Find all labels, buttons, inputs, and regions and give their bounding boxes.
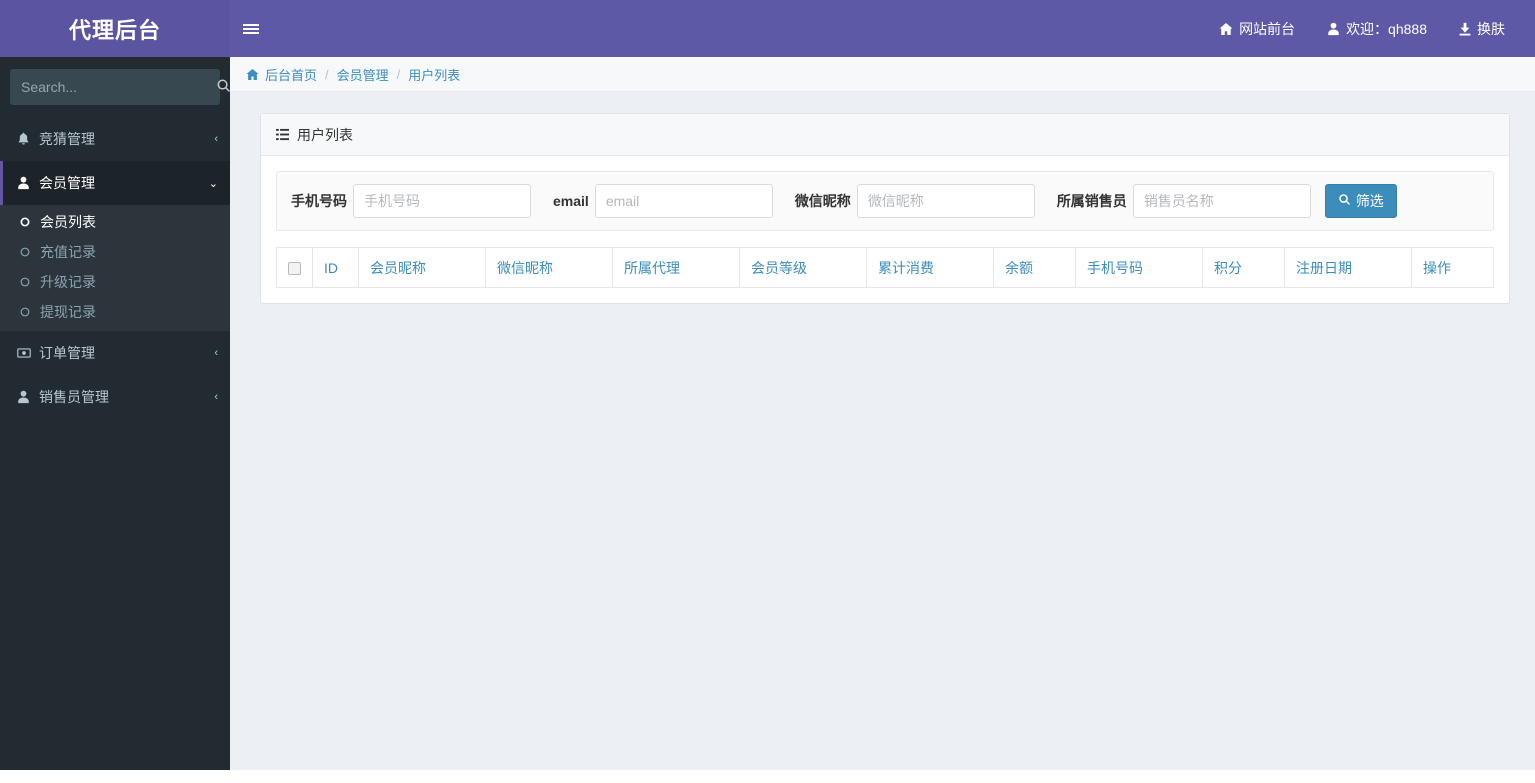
circle-o-icon xyxy=(20,307,40,317)
column-header-balance[interactable]: 余额 xyxy=(993,247,1076,288)
email-field[interactable] xyxy=(594,184,773,218)
chevron-down-icon: ⌄ xyxy=(208,177,218,190)
brand-title: 代理后台 xyxy=(68,17,161,43)
download-icon xyxy=(1459,22,1471,36)
submenu-item-label: 充值记录 xyxy=(40,244,96,260)
brand-logo[interactable]: 代理后台 xyxy=(0,0,230,57)
sidebar-toggle-button[interactable] xyxy=(230,0,272,57)
column-header-points[interactable]: 积分 xyxy=(1201,247,1285,288)
circle-o-icon xyxy=(20,277,40,287)
header-user-welcome[interactable]: 欢迎：qh888 xyxy=(1311,19,1443,39)
sidebar-submenu-members: 会员列表 充值记录 升级记录 提现记录 xyxy=(0,205,230,331)
breadcrumb-item-current: 用户列表 xyxy=(408,67,461,83)
sidebar-item-label: 销售员管理 xyxy=(39,389,109,405)
header-actions: 网站前台 欢迎：qh888 换肤 xyxy=(1203,19,1535,39)
home-icon xyxy=(1219,22,1233,36)
sidebar-search xyxy=(0,57,231,111)
filter-group-email: email xyxy=(553,184,773,218)
column-header-member-nickname[interactable]: 会员昵称 xyxy=(358,247,486,288)
column-header-register-date[interactable]: 注册日期 xyxy=(1283,247,1412,288)
admin-page: 代理后台 Search... 竞猜管理 ‹ 会员管理 ⌄ 会员列表 充值记录 升… xyxy=(0,0,1535,783)
column-header-member-level[interactable]: 会员等级 xyxy=(739,247,867,288)
sidebar-item-guess[interactable]: 竞猜管理 ‹ xyxy=(0,117,230,161)
breadcrumb: 后台首页 / 会员管理 / 用户列表 xyxy=(230,57,1535,92)
panel-header: 用户列表 xyxy=(261,114,1509,156)
content-area: 后台首页 / 会员管理 / 用户列表 用户列表 手机号码 手机号码 email … xyxy=(230,57,1535,770)
breadcrumb-item-members[interactable]: 会员管理 xyxy=(337,65,389,84)
page-bottom-spacer xyxy=(230,770,1535,783)
sidebar-item-orders[interactable]: 订单管理 ‹ xyxy=(0,331,230,375)
sidebar-item-member-list[interactable]: 会员列表 xyxy=(0,207,230,237)
chevron-left-icon: ‹ xyxy=(214,133,218,145)
submenu-item-label: 提现记录 xyxy=(40,304,96,320)
user-icon xyxy=(17,390,39,404)
sidebar-item-label: 订单管理 xyxy=(39,345,95,361)
select-all-checkbox[interactable] xyxy=(288,262,301,276)
money-icon xyxy=(17,347,39,359)
submenu-item-label: 升级记录 xyxy=(40,274,96,290)
panel-title: 用户列表 xyxy=(297,126,353,143)
user-list-panel: 用户列表 手机号码 email 微信昵称 xyxy=(260,113,1510,304)
header-link-frontend[interactable]: 网站前台 xyxy=(1203,19,1311,39)
filter-submit-label: 筛选 xyxy=(1355,193,1384,209)
filter-group-phone: 手机号码 xyxy=(291,184,531,218)
bell-icon xyxy=(17,132,39,146)
table-head: ID 会员昵称 微信昵称 所属代理 会员等级 累计消费 余额 手机号码 积分 注… xyxy=(276,247,1495,288)
circle-o-icon xyxy=(20,247,40,257)
sidebar-item-withdraw-records[interactable]: 提现记录 xyxy=(0,297,230,327)
circle-o-icon xyxy=(20,217,40,227)
sidebar-item-salespeople[interactable]: 销售员管理 ‹ xyxy=(0,375,230,419)
filter-label-salesperson: 所属销售员 xyxy=(1056,193,1127,209)
header-link-label: 网站前台 xyxy=(1239,20,1296,37)
filter-bar: 手机号码 email 微信昵称 所属销售员 xyxy=(276,171,1494,231)
header-skin-label: 换肤 xyxy=(1477,20,1505,37)
table-header-row: ID 会员昵称 微信昵称 所属代理 会员等级 累计消费 余额 手机号码 积分 注… xyxy=(276,247,1495,288)
sidebar-item-recharge-records[interactable]: 充值记录 xyxy=(0,237,230,267)
search-input[interactable] xyxy=(11,79,212,95)
chevron-left-icon: ‹ xyxy=(214,347,218,359)
sidebar-item-upgrade-records[interactable]: 升级记录 xyxy=(0,267,230,297)
sidebar-menu: 竞猜管理 ‹ 会员管理 ⌄ 会员列表 充值记录 升级记录 提现记录 订单管理 ‹… xyxy=(0,117,230,419)
filter-label-email: email xyxy=(553,193,589,209)
list-icon xyxy=(276,128,289,141)
header-skin-switch[interactable]: 换肤 xyxy=(1443,19,1521,39)
column-header-wechat-nickname[interactable]: 微信昵称 xyxy=(485,247,613,288)
submenu-item-label: 会员列表 xyxy=(40,214,96,230)
sidebar-item-label: 竞猜管理 xyxy=(39,131,95,147)
chevron-left-icon: ‹ xyxy=(214,391,218,403)
breadcrumb-separator: / xyxy=(396,66,401,82)
select-all-header xyxy=(276,247,313,288)
salesperson-input[interactable] xyxy=(1132,184,1311,218)
sidebar-item-label: 会员管理 xyxy=(39,175,95,191)
sidebar-item-members[interactable]: 会员管理 ⌄ xyxy=(0,161,230,205)
top-header: 网站前台 欢迎：qh888 换肤 xyxy=(230,0,1535,57)
column-header-id[interactable]: ID xyxy=(312,247,359,288)
filter-label-phone: 手机号码 xyxy=(291,193,347,209)
search-box[interactable] xyxy=(10,69,231,105)
home-icon xyxy=(246,68,259,81)
search-icon xyxy=(216,78,231,96)
filter-group-salesperson: 所属销售员 xyxy=(1057,184,1311,218)
wechat-nickname-input[interactable] xyxy=(856,184,1035,218)
column-header-actions: 操作 xyxy=(1410,247,1495,288)
sidebar: 代理后台 Search... 竞猜管理 ‹ 会员管理 ⌄ 会员列表 充值记录 升… xyxy=(0,0,231,770)
breadcrumb-separator: / xyxy=(325,66,329,82)
column-header-phone[interactable]: 手机号码 xyxy=(1074,247,1203,288)
filter-submit-button[interactable]: 筛选 xyxy=(1324,184,1397,218)
search-icon xyxy=(1338,193,1351,209)
filter-group-wechat: 微信昵称 xyxy=(795,184,1035,218)
breadcrumb-item-home[interactable]: 后台首页 xyxy=(265,65,317,84)
panel-body: 手机号码 email 微信昵称 所属销售员 xyxy=(261,156,1509,303)
hamburger-icon xyxy=(243,22,259,36)
column-header-total-spend[interactable]: 累计消费 xyxy=(866,247,994,288)
phone-input[interactable] xyxy=(353,184,531,218)
user-icon xyxy=(17,176,39,190)
user-table: ID 会员昵称 微信昵称 所属代理 会员等级 累计消费 余额 手机号码 积分 注… xyxy=(276,247,1495,288)
filter-label-wechat: 微信昵称 xyxy=(794,193,851,209)
column-header-agent[interactable]: 所属代理 xyxy=(612,247,740,288)
user-icon xyxy=(1327,22,1340,36)
header-user-label: 欢迎：qh888 xyxy=(1346,20,1427,37)
